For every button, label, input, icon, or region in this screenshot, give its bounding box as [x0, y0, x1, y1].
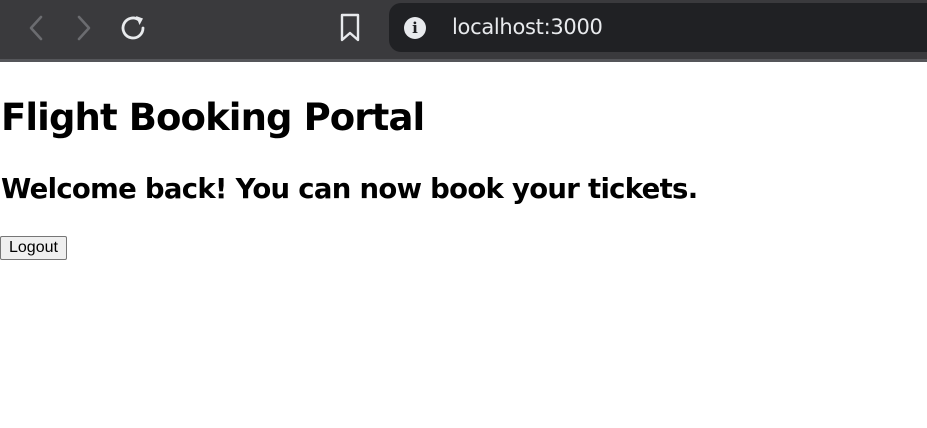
url-text[interactable]: localhost:3000 — [452, 14, 603, 41]
forward-button[interactable] — [66, 10, 102, 46]
chevron-left-icon — [29, 15, 43, 41]
page-content: Flight Booking Portal Welcome back! You … — [0, 62, 927, 428]
bookmark-button[interactable] — [332, 10, 368, 46]
page-title: Flight Booking Portal — [1, 96, 425, 139]
chevron-right-icon — [77, 15, 91, 41]
browser-toolbar: i localhost:3000 — [0, 0, 927, 62]
reload-icon — [121, 16, 145, 40]
bookmark-icon — [340, 13, 360, 42]
welcome-message: Welcome back! You can now book your tick… — [1, 173, 698, 205]
back-button[interactable] — [18, 10, 54, 46]
info-icon[interactable]: i — [404, 17, 426, 39]
logout-button[interactable]: Logout — [0, 236, 67, 260]
address-bar[interactable]: i localhost:3000 — [389, 3, 927, 52]
reload-button[interactable] — [116, 10, 152, 46]
